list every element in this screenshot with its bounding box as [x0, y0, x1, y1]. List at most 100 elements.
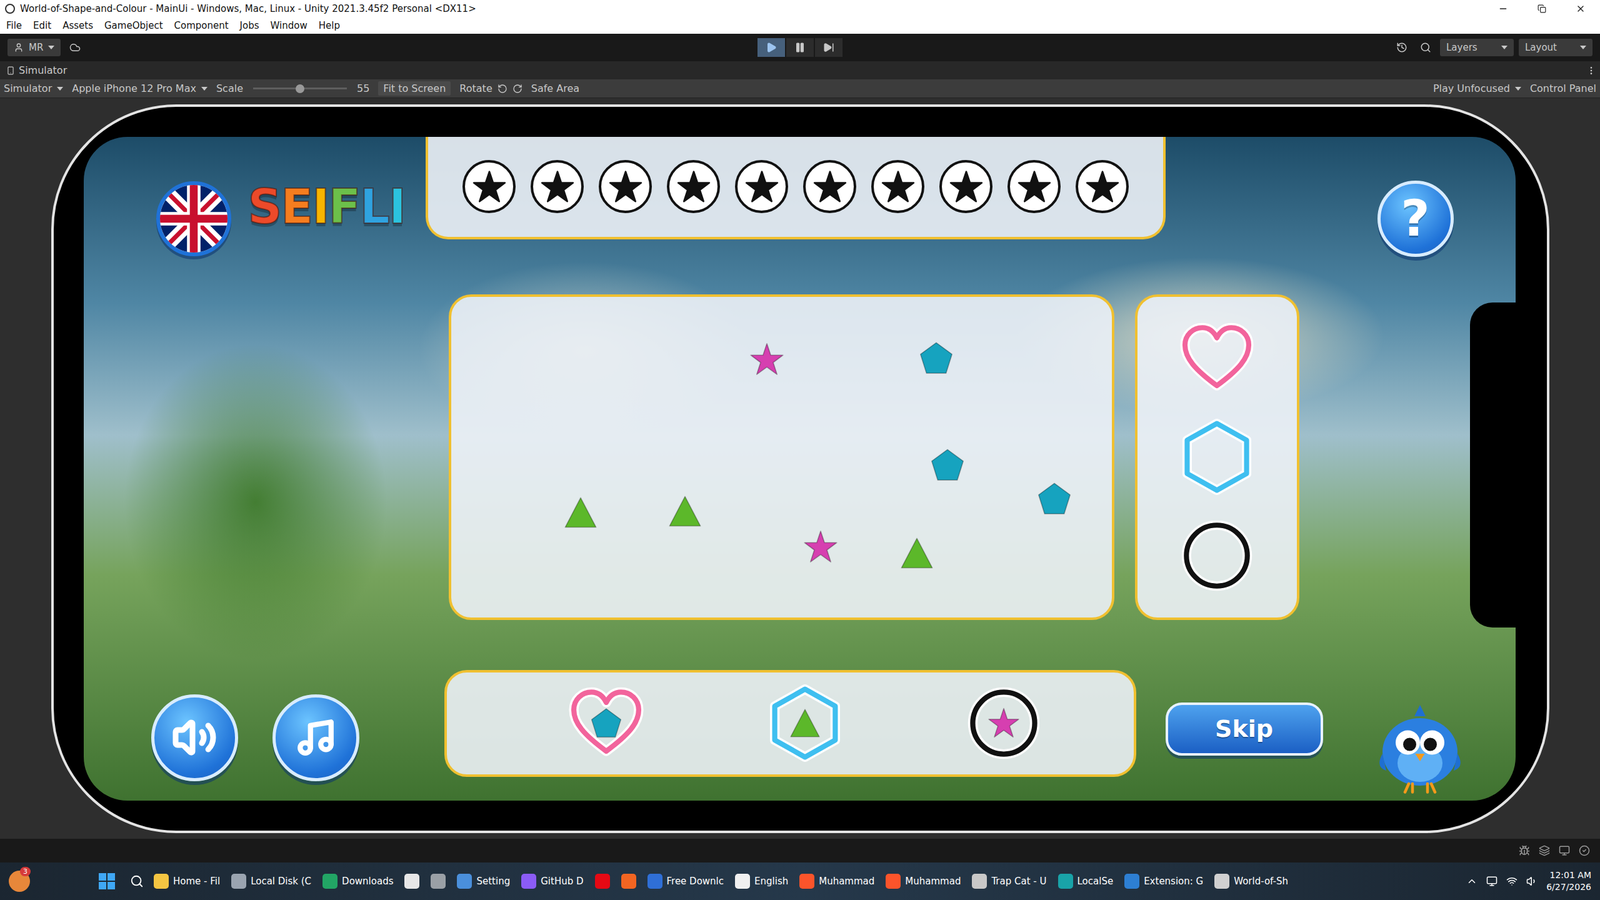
draggable-shape[interactable] [899, 535, 935, 571]
caret-icon [48, 45, 55, 50]
target-slot[interactable] [1170, 311, 1264, 405]
layers-icon[interactable] [1538, 845, 1550, 857]
search-button[interactable] [127, 871, 147, 891]
menu-item[interactable]: Window [270, 20, 308, 32]
history-button[interactable] [1392, 38, 1412, 57]
search-icon [130, 874, 144, 889]
search-button[interactable] [1416, 38, 1435, 57]
scale-slider[interactable] [253, 87, 347, 90]
device-dropdown[interactable]: Apple iPhone 12 Pro Max [71, 82, 208, 95]
phone-notch [1470, 302, 1516, 628]
layout-dropdown[interactable]: Layout [1518, 38, 1593, 57]
star-slot [1075, 160, 1129, 214]
taskbar-app[interactable]: Setting [453, 873, 514, 889]
draggable-shape[interactable] [563, 495, 599, 530]
help-button[interactable]: ? [1377, 180, 1454, 257]
game-header: SEIFLI? [83, 136, 1516, 295]
minimize-button[interactable] [1483, 0, 1523, 18]
rotate-right-icon[interactable] [512, 83, 523, 94]
draggable-shape[interactable] [918, 340, 954, 376]
fit-to-screen-button[interactable]: Fit to Screen [378, 81, 451, 96]
app-icon [621, 873, 637, 889]
match-slot [559, 676, 654, 770]
app-icon [647, 873, 663, 889]
taskbar-app[interactable] [591, 873, 614, 889]
menu-item[interactable]: Edit [33, 20, 52, 32]
control-panel-button[interactable]: Control Panel [1530, 82, 1597, 95]
pentagon-icon [918, 340, 954, 376]
skip-button[interactable]: Skip [1165, 702, 1324, 756]
more-icon[interactable] [1586, 65, 1597, 76]
simulator-tab[interactable]: Simulator [6, 64, 67, 77]
restore-button[interactable] [1522, 0, 1562, 18]
display-icon[interactable] [1486, 875, 1498, 887]
pause-button[interactable] [786, 38, 814, 57]
sound-button[interactable] [151, 694, 239, 782]
draggable-shape[interactable] [1036, 481, 1072, 517]
star-icon [949, 170, 984, 204]
star-icon [749, 341, 785, 377]
menu-item[interactable]: GameObject [104, 20, 164, 32]
taskbar-app[interactable]: English [731, 873, 792, 889]
taskbar-app[interactable] [426, 873, 450, 889]
target-slot[interactable] [1170, 410, 1264, 504]
draggable-shape[interactable] [749, 341, 785, 377]
star-icon [745, 170, 779, 204]
slider-thumb[interactable] [295, 84, 305, 94]
weather-widget[interactable]: 3 [8, 870, 30, 892]
check-icon[interactable] [1578, 845, 1590, 857]
restore-icon [1537, 4, 1547, 14]
close-button[interactable] [1561, 0, 1600, 18]
account-button[interactable]: MR [7, 38, 61, 57]
bug-icon[interactable] [1518, 845, 1530, 857]
taskbar-app[interactable] [617, 873, 640, 889]
uk-flag-icon [160, 185, 228, 253]
menu-item[interactable]: Assets [62, 20, 94, 32]
caret-icon [56, 86, 64, 91]
taskbar-app[interactable]: Muhammad [881, 873, 965, 889]
music-button[interactable] [272, 694, 360, 782]
mode-dropdown[interactable]: Simulator [3, 82, 64, 95]
taskbar-app[interactable]: Trap Cat - U [968, 873, 1050, 889]
layers-dropdown[interactable]: Layers [1440, 38, 1514, 57]
taskbar-app[interactable]: Free Downlc [643, 873, 729, 889]
taskbar-app[interactable]: Muhammad [795, 873, 879, 889]
search-icon [1420, 41, 1432, 54]
target-shapes-panel [1135, 294, 1300, 620]
menu-item[interactable]: Help [318, 20, 340, 32]
start-button[interactable] [98, 873, 115, 890]
taskbar-app[interactable]: GitHub D [517, 873, 587, 889]
target-slot[interactable] [1170, 508, 1264, 603]
phone-frame: SEIFLI? Skip [51, 104, 1550, 834]
play-button[interactable] [757, 38, 785, 57]
menu-item[interactable]: Component [174, 20, 229, 32]
taskbar-app[interactable]: Downloads [318, 873, 397, 889]
app-icon [595, 873, 610, 889]
wifi-icon[interactable] [1506, 875, 1518, 887]
taskbar-app[interactable]: Extension: G [1120, 873, 1207, 889]
cloud-button[interactable] [65, 38, 85, 57]
title-bar: World-of-Shape-and-Colour - MainUi - Win… [0, 0, 1600, 18]
play-mode-dropdown[interactable]: Play Unfocused [1433, 82, 1522, 95]
window-controls [1483, 0, 1600, 18]
monitor-icon[interactable] [1558, 845, 1570, 857]
step-button[interactable] [815, 38, 843, 57]
language-button[interactable] [156, 181, 232, 257]
taskbar-app[interactable] [400, 873, 424, 889]
volume-icon[interactable] [1526, 875, 1538, 887]
draggable-shape[interactable] [803, 529, 839, 565]
rotate-left-icon[interactable] [497, 83, 508, 94]
draggable-shape[interactable] [930, 447, 965, 483]
taskbar-app[interactable]: LocalSe [1054, 873, 1118, 889]
taskbar-app[interactable]: Local Disk (C [227, 873, 315, 889]
app-icon [456, 873, 472, 889]
safe-area-toggle[interactable]: Safe Area [531, 82, 580, 95]
taskbar-app[interactable]: Home - Fil [150, 873, 224, 889]
menu-item[interactable]: File [6, 20, 22, 32]
menu-item[interactable]: Jobs [240, 20, 260, 32]
chevron-up-icon[interactable] [1466, 875, 1478, 887]
clock[interactable]: 12:01 AM6/27/2026 [1546, 869, 1592, 894]
draggable-shape[interactable] [667, 493, 703, 529]
taskbar-app[interactable]: World-of-Sh [1210, 873, 1292, 889]
heart-icon [1180, 321, 1254, 395]
